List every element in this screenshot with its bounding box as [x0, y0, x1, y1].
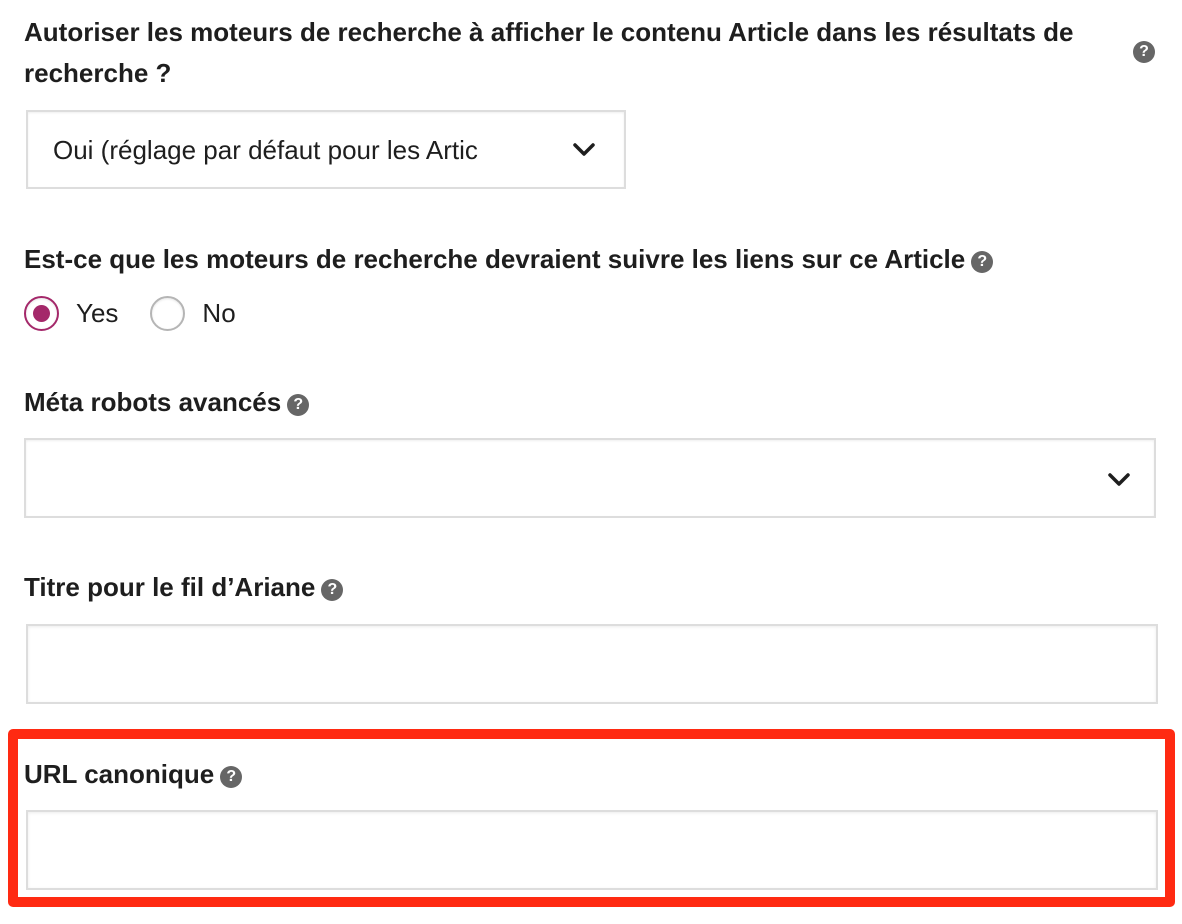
breadcrumb-title-input[interactable] — [26, 624, 1158, 704]
index-setting-label: Autoriser les moteurs de recherche à aff… — [24, 17, 1074, 88]
canonical-url-help-icon[interactable]: ? — [220, 766, 243, 788]
chevron-down-icon — [1108, 473, 1130, 486]
chevron-down-icon — [573, 143, 595, 156]
meta-robots-label: Méta robots avancés? — [24, 382, 310, 423]
follow-links-label-text: Est-ce que les moteurs de recherche devr… — [24, 244, 966, 274]
follow-links-radio-group: Yes No — [24, 296, 268, 331]
follow-no-label: No — [202, 298, 236, 328]
breadcrumb-title-help-icon[interactable]: ? — [321, 579, 344, 601]
follow-yes-label: Yes — [76, 298, 119, 328]
meta-robots-help-icon[interactable]: ? — [287, 394, 310, 416]
index-setting-value: Oui (réglage par défaut pour les Artic — [53, 135, 478, 165]
follow-no-option[interactable]: No — [150, 296, 236, 331]
canonical-url-input[interactable] — [26, 810, 1158, 890]
follow-yes-option[interactable]: Yes — [24, 296, 118, 331]
follow-yes-radio[interactable] — [24, 296, 59, 331]
follow-links-label: Est-ce que les moteurs de recherche devr… — [24, 239, 994, 280]
meta-robots-label-text: Méta robots avancés — [24, 387, 282, 417]
follow-no-radio[interactable] — [150, 296, 186, 331]
follow-links-help-icon[interactable]: ? — [971, 251, 994, 273]
breadcrumb-title-label-text: Titre pour le fil d’Ariane — [24, 572, 316, 602]
index-help-icon[interactable]: ? — [1133, 41, 1155, 63]
meta-robots-select[interactable] — [24, 438, 1156, 518]
breadcrumb-title-label: Titre pour le fil d’Ariane? — [24, 567, 344, 608]
index-setting-select[interactable]: Oui (réglage par défaut pour les Artic — [26, 110, 626, 189]
canonical-url-label-text: URL canonique — [24, 759, 215, 789]
canonical-url-label: URL canonique? — [24, 754, 243, 795]
